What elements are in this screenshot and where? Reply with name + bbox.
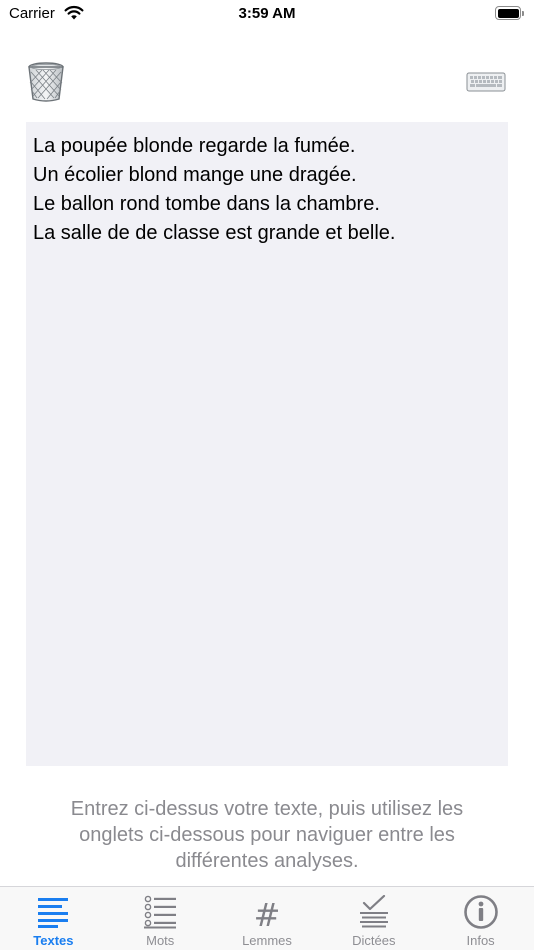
tab-textes[interactable]: Textes <box>0 887 107 950</box>
tab-label: Textes <box>33 933 74 948</box>
keyboard-icon <box>466 72 506 92</box>
clear-text-button[interactable] <box>24 60 68 104</box>
tab-label: Lemmes <box>242 933 292 948</box>
tab-dictees[interactable]: Dictées <box>320 887 427 950</box>
instruction-hint: Entrez ci-dessus votre texte, puis utili… <box>20 796 514 874</box>
keyboard-toggle-button[interactable] <box>466 70 506 94</box>
list-icon <box>144 895 177 929</box>
tab-mots[interactable]: Mots <box>107 887 214 950</box>
editor-line: Un écolier blond mange une dragée. <box>33 164 357 186</box>
editor-content[interactable]: La poupée blonde regarde la fumée. Un éc… <box>26 122 508 258</box>
status-bar: Carrier 3:59 AM <box>0 0 534 28</box>
text-lines-icon <box>38 898 69 928</box>
checklist-icon <box>359 895 388 928</box>
editor-line: La salle de de classe est grande et bell… <box>33 222 396 244</box>
tab-label: Dictées <box>352 933 396 948</box>
tab-label: Infos <box>466 933 495 948</box>
status-time: 3:59 AM <box>238 5 296 22</box>
hint-line: onglets ci-dessous pour naviguer entre l… <box>79 824 455 846</box>
hash-icon: # <box>253 896 281 934</box>
battery-icon <box>495 6 525 20</box>
hint-line: Entrez ci-dessus votre texte, puis utili… <box>70 798 464 820</box>
hint-line: différentes analyses. <box>175 850 359 872</box>
tab-lemmes[interactable]: # Lemmes <box>214 887 321 950</box>
tab-bar: Textes Mots # Lemmes Dictées Infos <box>0 886 534 950</box>
editor-line: Le ballon rond tombe dans la chambre. <box>33 193 380 215</box>
trash-icon <box>28 62 64 102</box>
tab-infos[interactable]: Infos <box>427 887 534 950</box>
tab-label: Mots <box>146 933 175 948</box>
text-editor[interactable]: La poupée blonde regarde la fumée. Un éc… <box>26 122 508 766</box>
info-icon <box>463 895 498 929</box>
editor-line: La poupée blonde regarde la fumée. <box>33 135 356 157</box>
